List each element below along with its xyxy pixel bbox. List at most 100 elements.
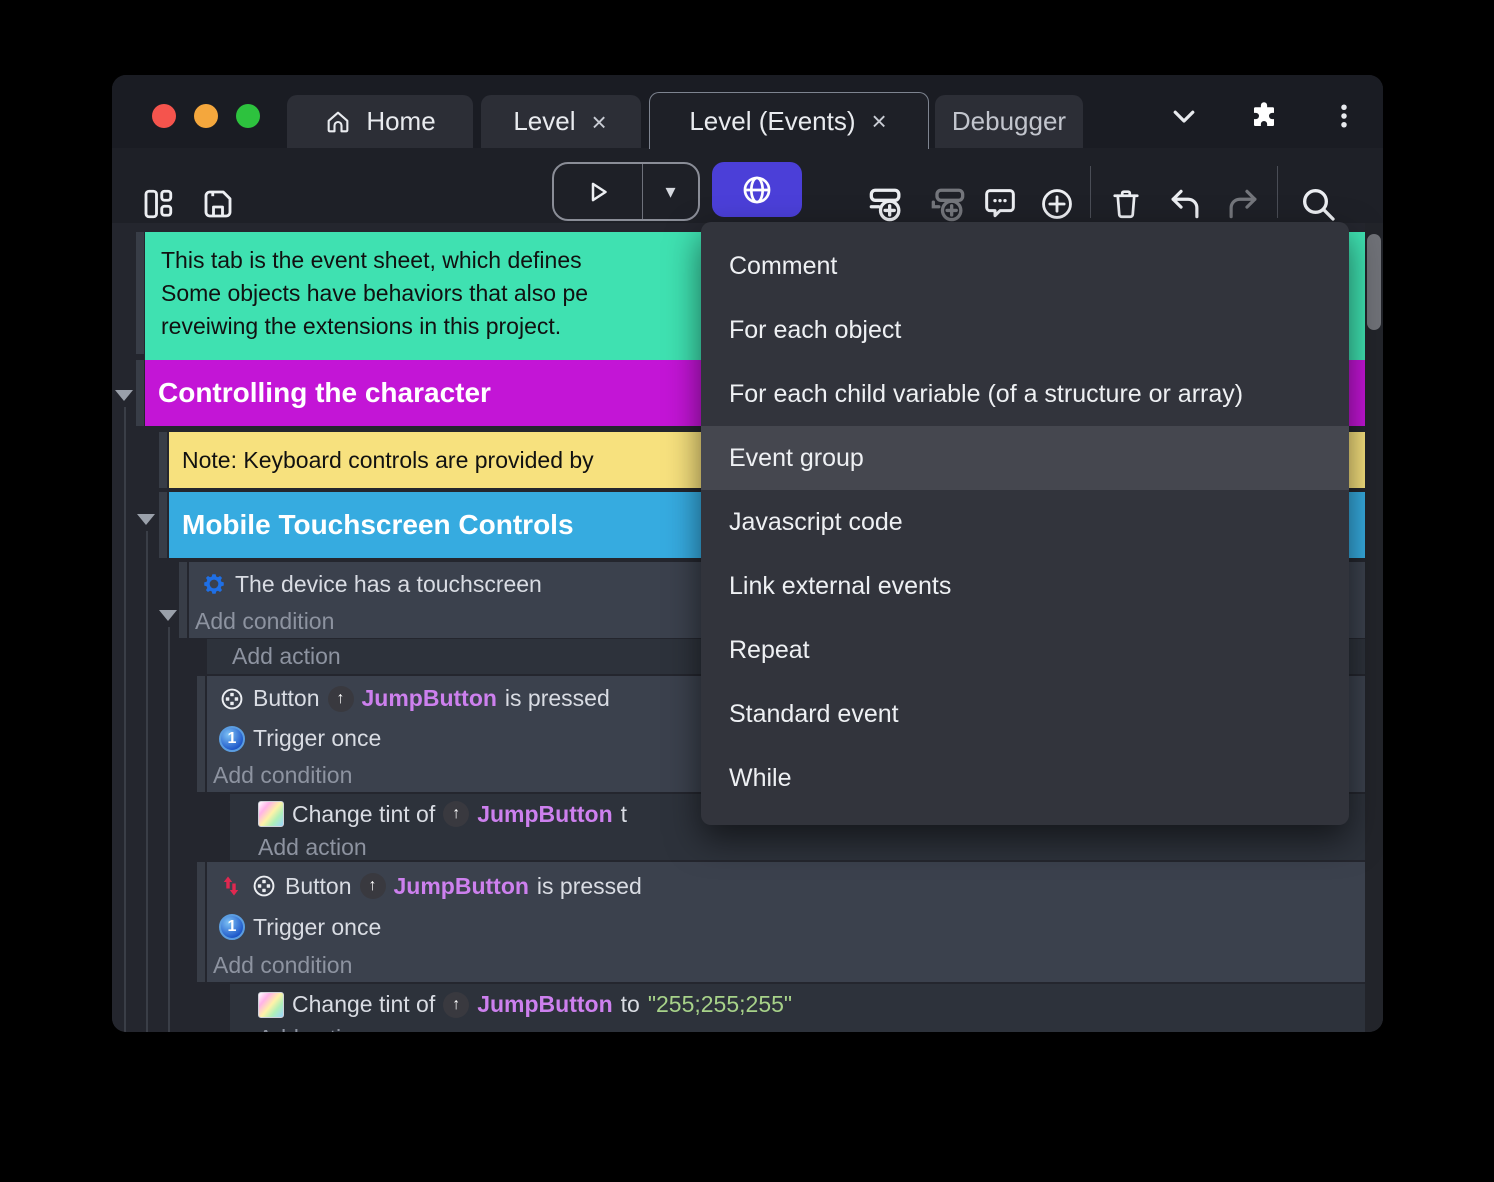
condition-text: is pressed	[537, 873, 642, 900]
titlebar: Home Level × Level (Events) × Debugger	[112, 75, 1383, 148]
delete-icon[interactable]	[1108, 186, 1144, 222]
action-text: Change tint of	[292, 801, 435, 828]
menu-item-standard-event[interactable]: Standard event	[701, 682, 1349, 746]
search-icon[interactable]	[1298, 184, 1338, 224]
add-action-link[interactable]: Add action	[232, 643, 341, 670]
projects-bar-icon[interactable]	[140, 186, 176, 222]
action-text: t	[621, 801, 627, 828]
event-margin[interactable]	[197, 862, 205, 982]
add-icon[interactable]	[1038, 185, 1076, 223]
vertical-scrollbar[interactable]	[1365, 223, 1383, 1032]
screen: Home Level × Level (Events) × Debugger	[0, 0, 1494, 1182]
kebab-menu-icon[interactable]	[1328, 100, 1360, 132]
addons-puzzle-icon[interactable]	[1248, 100, 1280, 132]
add-condition-link[interactable]: Add condition	[213, 762, 352, 789]
menu-item-comment[interactable]: Comment	[701, 234, 1349, 298]
object-name: JumpButton	[477, 801, 612, 828]
tab-label: Home	[366, 106, 435, 137]
plugin-name: Button	[285, 873, 352, 900]
minimize-window-button[interactable]	[194, 104, 218, 128]
redo-icon	[1224, 185, 1262, 223]
indent-guide	[168, 627, 170, 1032]
add-action-link[interactable]: Add action	[258, 1025, 367, 1033]
add-condition-link[interactable]: Add condition	[213, 952, 352, 979]
instance-icon: ↑	[360, 873, 386, 899]
event-margin[interactable]	[197, 676, 205, 792]
undo-icon[interactable]	[1166, 185, 1204, 223]
close-tab-icon[interactable]: ×	[589, 109, 608, 135]
preview-split-button: ▾	[552, 162, 700, 221]
close-tab-icon[interactable]: ×	[870, 108, 889, 134]
tint-icon	[258, 992, 284, 1018]
event-margin[interactable]	[136, 360, 144, 426]
tint-icon	[258, 801, 284, 827]
inverted-condition-icon	[219, 874, 243, 898]
scrollbar-thumb[interactable]	[1367, 234, 1381, 330]
menu-item-repeat[interactable]: Repeat	[701, 618, 1349, 682]
close-window-button[interactable]	[152, 104, 176, 128]
event-margin[interactable]	[159, 432, 167, 488]
object-name: JumpButton	[394, 873, 529, 900]
indent-guide	[146, 531, 148, 1032]
add-condition-link[interactable]: Add condition	[195, 608, 334, 635]
play-button[interactable]	[554, 164, 643, 219]
event-jumpbutton-2[interactable]: Button ↑ JumpButton is pressed 1 Trigger…	[207, 862, 1365, 982]
menu-item-event-group[interactable]: Event group	[701, 426, 1349, 490]
chevron-down-icon[interactable]	[1168, 100, 1200, 132]
condition-text: Trigger once	[253, 914, 381, 941]
tab-level[interactable]: Level ×	[481, 95, 641, 148]
condition-text: Trigger once	[253, 725, 381, 752]
string-value: "255;255;255"	[648, 991, 792, 1018]
tab-home[interactable]: Home	[287, 95, 473, 148]
tab-debugger[interactable]: Debugger	[935, 95, 1083, 148]
event-margin[interactable]	[136, 232, 144, 354]
toolbar-separator	[1090, 166, 1091, 218]
object-name: JumpButton	[362, 685, 497, 712]
collapse-group-toggle[interactable]	[137, 514, 155, 525]
object-name: JumpButton	[477, 991, 612, 1018]
home-icon	[324, 108, 352, 136]
instance-icon: ↑	[328, 686, 354, 712]
note-text: Note: Keyboard controls are provided by	[182, 447, 594, 474]
tab-level-events[interactable]: Level (Events) ×	[649, 92, 929, 149]
menu-item-javascript-code[interactable]: Javascript code	[701, 490, 1349, 554]
gamepad-button-icon	[251, 873, 277, 899]
condition-text: is pressed	[505, 685, 610, 712]
zoom-window-button[interactable]	[236, 104, 260, 128]
event-margin[interactable]	[159, 492, 167, 558]
tab-label: Debugger	[952, 106, 1066, 137]
context-menu: Comment For each object For each child v…	[701, 222, 1349, 825]
menu-item-for-each-object[interactable]: For each object	[701, 298, 1349, 362]
app-window: Home Level × Level (Events) × Debugger	[112, 75, 1383, 1032]
instance-icon: ↑	[443, 992, 469, 1018]
trigger-once-icon: 1	[219, 726, 245, 752]
collapse-group-toggle[interactable]	[115, 390, 133, 401]
gamepad-button-icon	[219, 686, 245, 712]
instance-icon: ↑	[443, 801, 469, 827]
action-text: Change tint of	[292, 991, 435, 1018]
play-dropdown-caret[interactable]: ▾	[643, 164, 698, 219]
add-comment-icon[interactable]	[980, 184, 1020, 224]
add-subevent-icon	[926, 182, 970, 226]
indent-guide	[124, 407, 126, 1032]
collapse-event-toggle[interactable]	[159, 610, 177, 621]
menu-item-for-each-child-variable[interactable]: For each child variable (of a structure …	[701, 362, 1349, 426]
plugin-name: Button	[253, 685, 320, 712]
toolbar-separator	[1277, 166, 1278, 218]
remote-preview-button[interactable]	[712, 162, 802, 217]
caret-down-icon: ▾	[665, 179, 675, 204]
save-icon[interactable]	[200, 186, 236, 222]
toolbar: ▾	[112, 148, 1383, 223]
action-change-tint-2[interactable]: Change tint of ↑ JumpButton to "255;255;…	[230, 984, 1365, 1032]
system-gear-icon	[201, 571, 227, 597]
globe-icon	[740, 173, 774, 207]
action-text: to	[621, 991, 640, 1018]
tab-label: Level	[513, 106, 575, 137]
menu-item-link-external-events[interactable]: Link external events	[701, 554, 1349, 618]
event-margin[interactable]	[179, 562, 187, 638]
menu-item-while[interactable]: While	[701, 746, 1349, 810]
condition-text: The device has a touchscreen	[235, 571, 542, 598]
add-action-link[interactable]: Add action	[258, 834, 367, 861]
add-event-icon[interactable]	[864, 182, 908, 226]
tab-label: Level (Events)	[689, 106, 855, 137]
